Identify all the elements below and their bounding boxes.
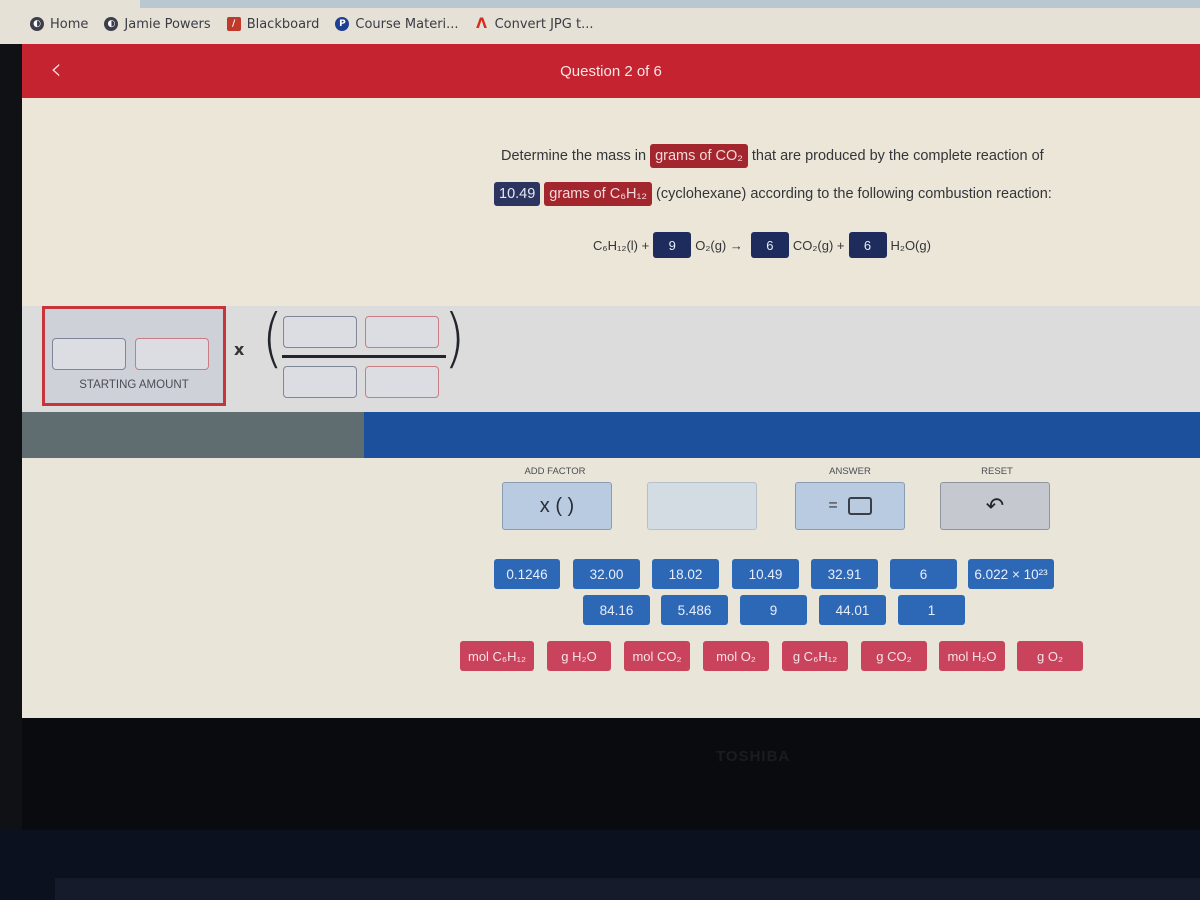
reset-label: RESET: [981, 466, 1013, 477]
bookmark-label: Convert JPG t...: [494, 16, 594, 32]
add-factor-button[interactable]: x ( ): [502, 482, 612, 530]
unit-tile[interactable]: mol C₆H₁₂: [460, 641, 534, 671]
dimensional-analysis-workspace: STARTING AMOUNT x ( ): [22, 302, 1200, 412]
unit-tile[interactable]: g CO₂: [861, 641, 927, 671]
bookmark-label: Jamie Powers: [124, 16, 211, 32]
numerator-unit-slot[interactable]: [365, 316, 439, 348]
multiply-symbol: x: [234, 340, 245, 359]
bookmark-course-materials[interactable]: P Course Materi...: [335, 16, 459, 32]
bookmark-label: Course Materi...: [355, 16, 459, 32]
coefficient-o2: 9: [653, 232, 692, 258]
unit-tile[interactable]: g C₆H₁₂: [782, 641, 848, 671]
starting-amount-box[interactable]: STARTING AMOUNT: [42, 306, 226, 406]
number-tile[interactable]: 9: [740, 595, 807, 625]
undo-icon: ↶: [985, 493, 1005, 519]
number-tile[interactable]: 6: [890, 559, 957, 589]
bookmark-convert-jpg[interactable]: Λ Convert JPG t...: [475, 16, 594, 32]
equation-reactant: O₂(g) →: [695, 237, 743, 253]
blackboard-icon: /: [226, 17, 241, 31]
question-counter: Question 2 of 6: [560, 62, 662, 80]
laptop-keyboard-edge: [55, 878, 1200, 900]
question-header: ‹ Question 2 of 6: [22, 44, 1200, 98]
adobe-icon: Λ: [476, 16, 487, 32]
question-panel: Determine the mass in grams of CO₂ that …: [22, 98, 1200, 306]
progress-bar: [22, 412, 1200, 458]
progress-fill: [22, 412, 364, 458]
coefficient-h2o: 6: [848, 232, 887, 258]
open-paren: (: [261, 302, 284, 376]
number-tile[interactable]: 0.1246: [494, 559, 560, 589]
number-tile[interactable]: 1: [898, 595, 965, 625]
answer-button[interactable]: =: [795, 482, 905, 530]
starting-value-slot[interactable]: [52, 338, 126, 370]
number-tile[interactable]: 32.00: [573, 559, 640, 589]
starting-unit-slot[interactable]: [135, 338, 209, 370]
controls-panel: ADD FACTOR x ( ) ANSWER = RESET ↶ 0.1246…: [22, 458, 1200, 718]
answer-label: ANSWER: [829, 466, 871, 477]
reset-button[interactable]: ↶: [940, 482, 1050, 530]
equation-product: H₂O(g): [890, 237, 931, 253]
chevron-left-icon[interactable]: ‹: [50, 52, 62, 87]
question-line-2: 10.49 grams of C₆H₁₂ (cyclohexane) accor…: [494, 182, 1052, 206]
question-text: (cyclohexane) according to the following…: [656, 186, 1052, 202]
bookmark-blackboard[interactable]: / Blackboard: [226, 16, 320, 32]
given-value-tag: 10.49: [494, 182, 541, 206]
number-tile[interactable]: 5.486: [661, 595, 728, 625]
equation-reactant: C₆H₁₂(l) +: [593, 237, 650, 253]
unit-tile[interactable]: g H₂O: [547, 641, 611, 671]
starting-amount-label: STARTING AMOUNT: [79, 379, 189, 391]
bookmark-home[interactable]: ◐ Home: [30, 17, 88, 32]
question-text: Determine the mass in: [501, 148, 647, 164]
laptop-bezel-left: [0, 0, 22, 900]
unit-tile[interactable]: g O₂: [1017, 641, 1083, 671]
number-tile[interactable]: 18.02: [652, 559, 719, 589]
bookmark-label: Blackboard: [246, 16, 320, 32]
fraction-bar: [282, 355, 446, 358]
number-tile[interactable]: 84.16: [583, 595, 650, 625]
question-text: that are produced by the complete reacti…: [751, 148, 1044, 164]
unit-tile[interactable]: mol CO₂: [624, 641, 690, 671]
number-tile[interactable]: 44.01: [819, 595, 886, 625]
blank-control-slot: [647, 482, 757, 530]
number-tile[interactable]: 10.49: [732, 559, 799, 589]
laptop-brand-logo: TOSHIBA: [716, 748, 791, 765]
numerator-value-slot[interactable]: [283, 316, 357, 348]
coefficient-co2: 6: [750, 232, 789, 258]
globe-icon: ◐: [30, 17, 44, 31]
given-unit-tag: grams of C₆H₁₂: [544, 182, 653, 206]
target-unit-tag: grams of CO₂: [650, 144, 748, 168]
unit-tile[interactable]: mol H₂O: [939, 641, 1005, 671]
number-tile[interactable]: 6.022 × 10²³: [968, 559, 1054, 589]
add-factor-label: ADD FACTOR: [524, 466, 586, 477]
bookmark-jamie-powers[interactable]: ◐ Jamie Powers: [104, 16, 211, 32]
denominator-value-slot[interactable]: [283, 366, 357, 398]
close-paren: ): [443, 302, 466, 376]
number-tile[interactable]: 32.91: [811, 559, 878, 589]
chemical-equation: C₆H₁₂(l) + 9 O₂(g) → 6 CO₂(g) + 6 H₂O(g): [593, 232, 931, 258]
pearson-icon: P: [335, 17, 350, 31]
question-line-1: Determine the mass in grams of CO₂ that …: [501, 144, 1044, 168]
denominator-unit-slot[interactable]: [365, 366, 439, 398]
answer-box-icon: [847, 497, 872, 515]
bookmarks-bar: ◐ Home ◐ Jamie Powers / Blackboard P Cou…: [0, 0, 1200, 44]
globe-icon: ◐: [104, 17, 119, 31]
bookmark-label: Home: [50, 16, 89, 32]
unit-tile[interactable]: mol O₂: [703, 641, 769, 671]
equals-symbol: =: [828, 497, 838, 514]
add-factor-symbol: x ( ): [539, 494, 575, 517]
browser-tab-strip: [140, 0, 1200, 8]
equation-product: CO₂(g) +: [792, 237, 845, 253]
